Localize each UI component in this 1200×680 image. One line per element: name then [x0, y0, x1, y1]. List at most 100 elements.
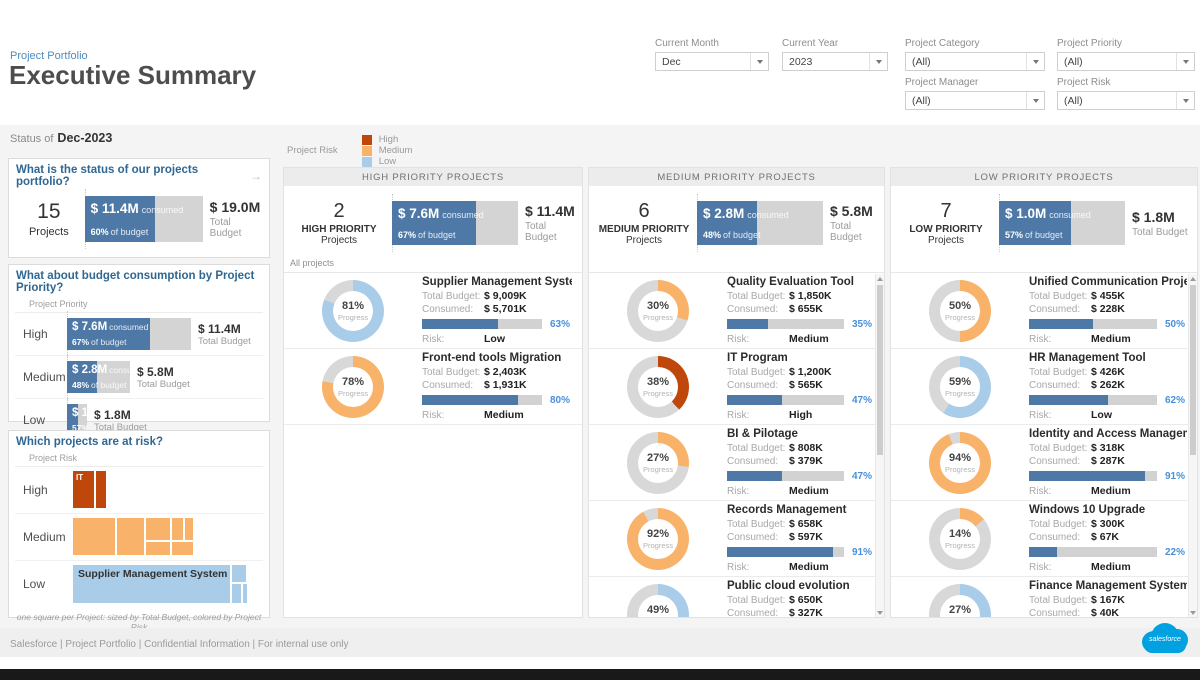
projects-count-sub: Projects — [893, 235, 999, 246]
progress-donut[interactable]: 27%Progress — [929, 584, 991, 619]
treemap-square[interactable] — [185, 518, 193, 540]
total-budget-label: Total Budget: — [422, 366, 484, 379]
total-budget-label: Total Budget: — [727, 366, 789, 379]
total-budget-label: Total Budget: — [1029, 518, 1091, 531]
treemap-square[interactable] — [117, 518, 144, 555]
risk-label: Risk: — [422, 333, 484, 346]
progress-donut[interactable]: 81%Progress — [322, 280, 384, 342]
projects-count-sub: Projects — [591, 235, 697, 246]
dropdown-arrow-icon[interactable] — [1176, 92, 1194, 109]
project-card[interactable]: 94%ProgressIdentity and Access Managemen… — [891, 425, 1197, 501]
all-projects-link[interactable]: All projects — [284, 258, 582, 272]
project-card[interactable]: 59%Progress HR Management ToolTotal Budge… — [891, 349, 1197, 425]
treemap-square[interactable]: IT — [73, 471, 94, 508]
filter-select-current-month[interactable]: Dec — [655, 52, 769, 71]
consumed-budget-bar[interactable]: $ 2.8Mconsumed48%of budget — [697, 201, 823, 245]
consumed-budget-bar[interactable]: $ 1.0Mconsumed57%of budget — [999, 201, 1125, 245]
legend-item-medium[interactable]: Medium — [362, 145, 452, 156]
treemap-square[interactable] — [232, 584, 241, 603]
project-card[interactable]: 49%ProgressPublic cloud evolutionTotal B… — [589, 577, 884, 618]
legend-item-high[interactable]: High — [362, 134, 452, 145]
scrollbar[interactable] — [1188, 274, 1197, 617]
filter-select-project-category[interactable]: (All) — [905, 52, 1045, 71]
treemap-square[interactable] — [96, 471, 106, 508]
scroll-thumb[interactable] — [877, 285, 883, 455]
progress-donut[interactable]: 30%Progress — [627, 280, 689, 342]
dropdown-arrow-icon[interactable] — [1176, 53, 1194, 70]
budget-progress-bar[interactable] — [1029, 547, 1157, 557]
project-card[interactable]: 50%Progress Unified Communication Project… — [891, 273, 1197, 349]
dropdown-arrow-icon[interactable] — [1026, 53, 1044, 70]
progress-value: 49% — [647, 604, 669, 616]
budget-progress-bar[interactable] — [727, 471, 844, 481]
project-card[interactable]: 30%ProgressQuality Evaluation ToolTotal … — [589, 273, 884, 349]
progress-donut[interactable]: 49%Progress — [627, 584, 689, 619]
project-card[interactable]: 27%ProgressFinance Management SystemTota… — [891, 577, 1197, 618]
scroll-down-arrow-icon[interactable] — [876, 608, 884, 617]
filter-select-project-manager[interactable]: (All) — [905, 91, 1045, 110]
progress-donut[interactable]: 38%Progress — [627, 356, 689, 418]
consumed-value: $ 262K — [1091, 379, 1125, 392]
footer-text: Salesforce | Project Portfolio | Confide… — [10, 639, 349, 650]
dropdown-arrow-icon[interactable] — [869, 53, 887, 70]
consumed-budget-bar[interactable]: $ 11.4Mconsumed 60%of budget — [85, 196, 203, 242]
dropdown-arrow-icon[interactable] — [750, 53, 768, 70]
treemap-square[interactable] — [232, 565, 246, 582]
treemap-square[interactable] — [243, 584, 247, 603]
consumed-value: $ 379K — [789, 455, 823, 468]
budget-progress-bar[interactable] — [727, 395, 844, 405]
project-card[interactable]: 81%ProgressSupplier Management SystemTot… — [284, 273, 582, 349]
filter-select-current-year[interactable]: 2023 — [782, 52, 888, 71]
progress-label: Progress — [945, 389, 975, 398]
risk-label: Risk: — [1029, 485, 1091, 498]
progress-value: 81% — [342, 300, 364, 312]
goto-arrow-icon[interactable]: → — [250, 169, 262, 183]
filter-label: Project Category — [905, 38, 1045, 49]
budget-progress-bar[interactable] — [1029, 319, 1157, 329]
projects-count: 2HIGH PRIORITYProjects — [286, 200, 392, 246]
risk-value: High — [789, 409, 812, 422]
treemap-square[interactable]: Supplier Management System — [73, 565, 230, 603]
scroll-down-arrow-icon[interactable] — [1189, 608, 1197, 617]
budget-progress-bar[interactable] — [1029, 395, 1157, 405]
progress-donut[interactable]: 59%Progress — [929, 356, 991, 418]
treemap-square[interactable] — [146, 542, 170, 555]
budget-progress-bar[interactable] — [727, 547, 844, 557]
progress-donut[interactable]: 50%Progress — [929, 280, 991, 342]
filter-select-project-risk[interactable]: (All) — [1057, 91, 1195, 110]
project-card[interactable]: 92%ProgressRecords ManagementTotal Budge… — [589, 501, 884, 577]
filter-select-project-priority[interactable]: (All) — [1057, 52, 1195, 71]
progress-donut[interactable]: 94%Progress — [929, 432, 991, 494]
project-card[interactable]: 14%ProgressWindows 10 UpgradeTotal Budge… — [891, 501, 1197, 577]
treemap-square[interactable] — [73, 518, 115, 555]
progress-donut[interactable]: 78%Progress — [322, 356, 384, 418]
budget-progress-bar[interactable] — [1029, 471, 1157, 481]
project-info: HR Management ToolTotal Budget:$ 426KCon… — [1029, 352, 1197, 422]
progress-donut[interactable]: 27%Progress — [627, 432, 689, 494]
treemap-square[interactable] — [172, 518, 183, 540]
project-card[interactable]: 78%ProgressFront-end tools MigrationTota… — [284, 349, 582, 425]
project-name: Unified Communication Project — [1029, 276, 1187, 288]
scroll-up-arrow-icon[interactable] — [1189, 274, 1197, 283]
budget-progress-bar[interactable] — [422, 319, 542, 329]
treemap-square[interactable] — [172, 542, 193, 555]
scrollbar[interactable] — [875, 274, 884, 617]
budget-progress-bar[interactable] — [422, 395, 542, 405]
scroll-up-arrow-icon[interactable] — [876, 274, 884, 283]
legend-item-low[interactable]: Low — [362, 156, 452, 167]
budget-progress-bar[interactable] — [727, 319, 844, 329]
dropdown-arrow-icon[interactable] — [1026, 92, 1044, 109]
scroll-thumb[interactable] — [1190, 285, 1196, 455]
progress-donut-center: 78%Progress — [333, 367, 373, 407]
progress-donut[interactable]: 14%Progress — [929, 508, 991, 570]
consumed-budget-bar[interactable]: $ 7.6Mconsumed67%of budget — [392, 201, 518, 245]
project-card[interactable]: 27%ProgressBI & PilotageTotal Budget:$ 8… — [589, 425, 884, 501]
projects-count-label: HIGH PRIORITY — [286, 224, 392, 235]
total-budget-value: $ 9,009K — [484, 290, 527, 303]
consumed-budget-bar[interactable]: $ 7.6Mconsumed67%of budget — [67, 318, 191, 350]
salesforce-logo-text: salesforce — [1142, 636, 1188, 643]
progress-donut[interactable]: 92%Progress — [627, 508, 689, 570]
consumed-budget-bar[interactable]: $ 2.8Mconsumed48%of budget — [67, 361, 130, 393]
project-card[interactable]: 38%ProgressIT ProgramTotal Budget:$ 1,20… — [589, 349, 884, 425]
treemap-square[interactable] — [146, 518, 170, 540]
